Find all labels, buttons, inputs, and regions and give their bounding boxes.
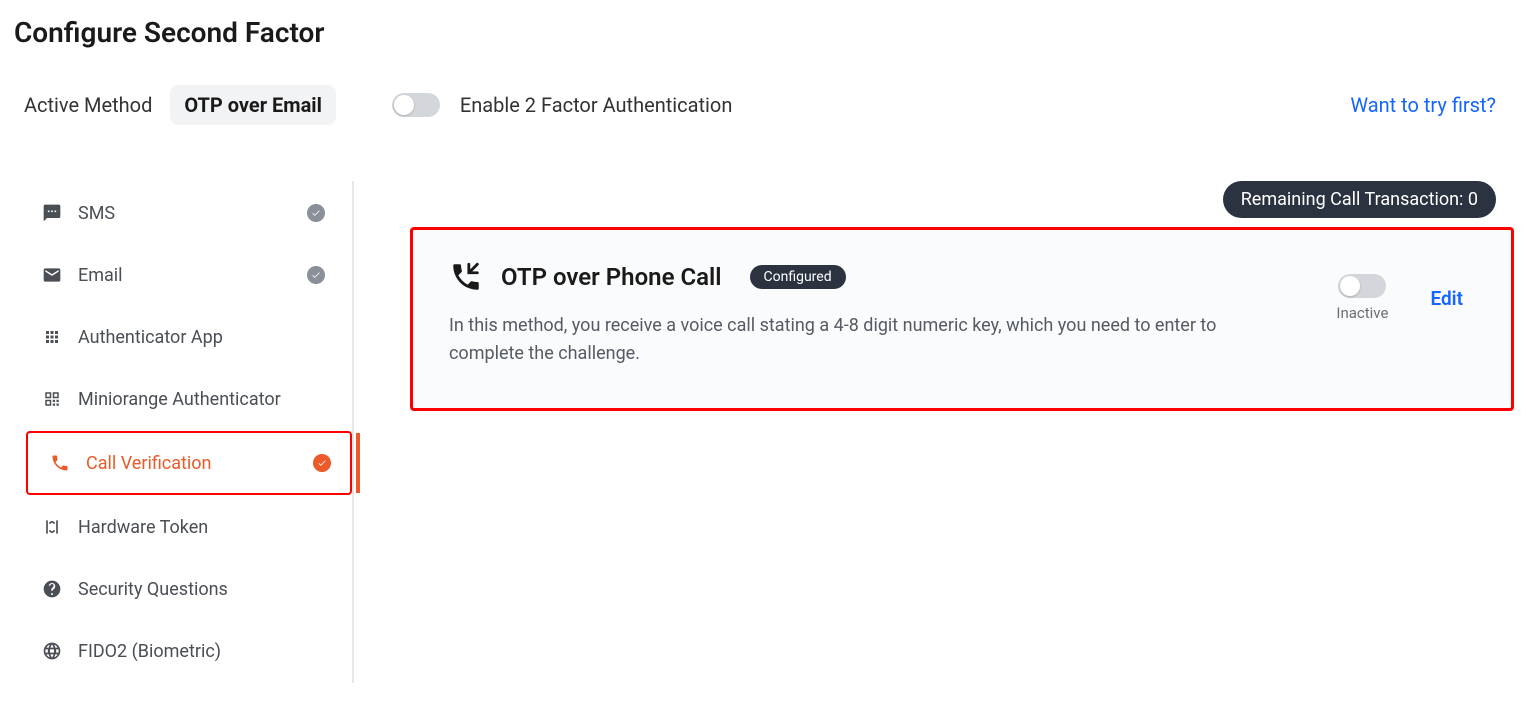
sidebar-item-label: FIDO2 (Biometric) [78,641,221,662]
try-first-link[interactable]: Want to try first? [1350,93,1496,117]
check-icon [306,203,326,223]
top-bar: Active Method OTP over Email Enable 2 Fa… [24,85,1514,125]
question-icon [40,577,64,601]
sidebar-item-sms[interactable]: SMS [20,183,344,243]
sidebar-item-email[interactable]: Email [20,245,344,305]
enable-2fa-toggle[interactable] [392,93,440,117]
sidebar-item-authenticator-app[interactable]: Authenticator App [20,307,344,367]
remaining-call-pill: Remaining Call Transaction: 0 [1223,181,1496,218]
toggle-knob [1340,276,1360,296]
otp-phone-card: OTP over Phone Call Configured In this m… [410,227,1514,411]
email-icon [40,263,64,287]
main-panel: Remaining Call Transaction: 0 OTP over P… [354,181,1514,683]
sidebar-item-hardware-token[interactable]: Hardware Token [20,497,344,557]
card-description: In this method, you receive a voice call… [449,312,1269,368]
sidebar: SMS Email Authenticator App [14,181,354,683]
enable-2fa-label: Enable 2 Factor Authentication [460,93,733,117]
grid-icon [40,325,64,349]
sidebar-item-label: Hardware Token [78,517,208,538]
qr-icon [40,387,64,411]
sidebar-item-label: Security Questions [78,579,228,600]
configured-badge: Configured [750,265,846,289]
toggle-knob [394,95,414,115]
edit-button[interactable]: Edit [1430,287,1463,310]
phone-icon [48,451,72,475]
sidebar-item-call-verification[interactable]: Call Verification [26,431,352,495]
sidebar-item-label: Email [78,265,123,286]
content-row: SMS Email Authenticator App [14,181,1514,683]
active-method-label: Active Method [24,93,152,117]
phone-callback-icon [449,260,483,294]
card-status-toggle[interactable] [1338,274,1386,298]
sidebar-item-security-questions[interactable]: Security Questions [20,559,344,619]
sidebar-item-label: Call Verification [86,453,211,474]
page-title: Configure Second Factor [14,16,1514,49]
sidebar-item-label: Authenticator App [78,327,223,348]
sidebar-item-label: Miniorange Authenticator [78,389,281,410]
card-status-label: Inactive [1336,304,1388,322]
signal-icon [40,515,64,539]
check-icon [306,265,326,285]
sidebar-item-miniorange-authenticator[interactable]: Miniorange Authenticator [20,369,344,429]
active-method-value: OTP over Email [170,85,336,125]
globe-icon [40,639,64,663]
sidebar-item-fido2[interactable]: FIDO2 (Biometric) [20,621,344,681]
sms-icon [40,201,64,225]
card-title: OTP over Phone Call [501,263,722,291]
check-icon [312,453,332,473]
sidebar-item-label: SMS [78,203,115,224]
enable-2fa-wrap: Enable 2 Factor Authentication [392,93,733,117]
